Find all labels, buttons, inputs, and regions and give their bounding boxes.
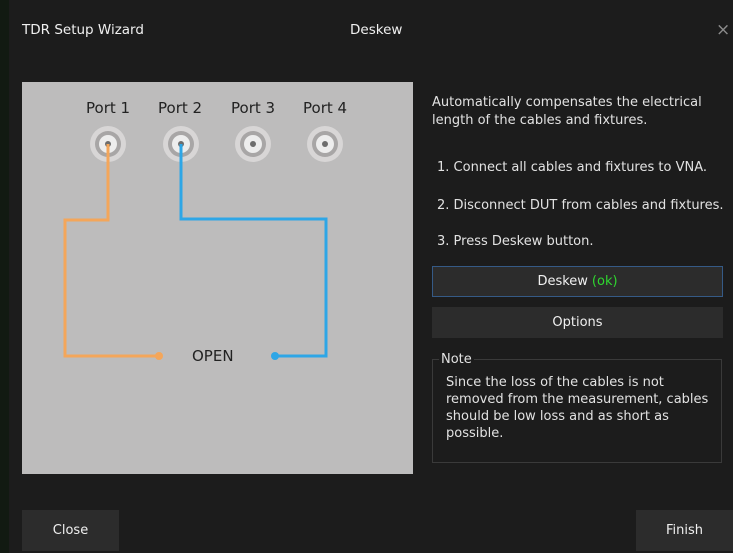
port-1-cable bbox=[63, 144, 158, 358]
finish-button-label: Finish bbox=[665, 523, 703, 538]
deskew-status: (ok) bbox=[591, 274, 618, 289]
description-text: Automatically compensates the electrical… bbox=[432, 95, 702, 128]
step-3-text: 3. Press Deskew button. bbox=[437, 234, 594, 249]
port-2-cable bbox=[179, 144, 328, 358]
note-text: Since the loss of the cables is not remo… bbox=[446, 375, 709, 441]
deskew-button[interactable]: Deskew (ok) bbox=[432, 266, 723, 297]
open-standard-label: OPEN bbox=[192, 347, 234, 365]
close-button[interactable]: Close bbox=[22, 510, 119, 551]
step-2-text: 2. Disconnect DUT from cables and fixtur… bbox=[437, 198, 724, 213]
port-2-cable-end bbox=[271, 352, 279, 360]
step-1-text: 1. Connect all cables and fixtures to VN… bbox=[437, 160, 707, 175]
note-title: Note bbox=[439, 352, 474, 367]
port-1-cable-end bbox=[155, 352, 163, 360]
finish-button[interactable]: Finish bbox=[636, 510, 733, 551]
options-button[interactable]: Options bbox=[432, 307, 723, 338]
close-button-label: Close bbox=[52, 523, 89, 538]
options-button-label: Options bbox=[552, 315, 603, 330]
deskew-button-label: Deskew bbox=[537, 274, 588, 289]
